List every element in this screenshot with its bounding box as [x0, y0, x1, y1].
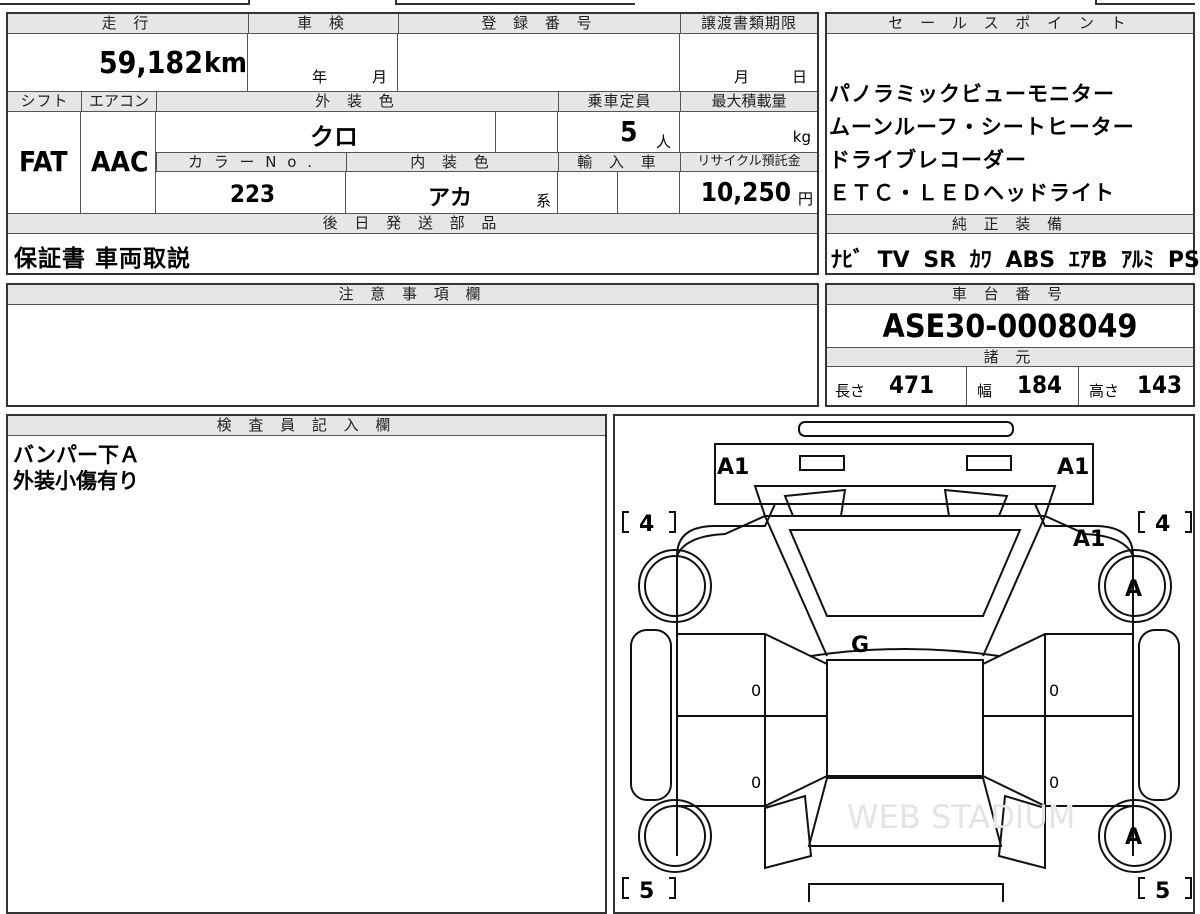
length-value: 471	[889, 371, 935, 399]
inspection-year: 年	[312, 68, 328, 86]
height-cell: 高さ 143	[1079, 367, 1193, 405]
height-value: 143	[1137, 371, 1183, 399]
code-door-fr: 0	[1049, 681, 1059, 700]
notes-label: 注 意 事 項 欄	[8, 285, 817, 305]
code-front-right: A1	[1057, 455, 1089, 480]
specs-label: 諸 元	[827, 347, 1193, 367]
capacity-label: 乗車定員	[558, 92, 680, 112]
equipment-label: 純 正 装 備	[827, 214, 1193, 234]
top-strip-right	[1095, 0, 1195, 5]
mileage-label: 走 行	[8, 14, 248, 34]
exterior-value: クロ	[310, 123, 358, 151]
code-door-rr: 0	[1049, 773, 1059, 792]
code-wheel-fr: A	[1125, 577, 1142, 602]
mileage-cell: 59,182 km	[8, 34, 248, 91]
interior-value: アカ	[428, 186, 473, 211]
interior-label: 内 装 色	[346, 152, 558, 172]
registration-cell	[398, 34, 680, 91]
exterior-extra-cell	[496, 112, 558, 152]
maxload-label: 最大積載量	[680, 92, 817, 112]
code-front-left: A1	[717, 455, 749, 480]
width-cell: 幅 184	[967, 367, 1079, 405]
vehicle-info-box: 走 行 車 検 登 録 番 号 譲渡書類期限 59,182 km 年 月 月 日…	[6, 12, 819, 275]
notes-box: 注 意 事 項 欄	[6, 283, 819, 407]
later-parts-value: 保証書 車両取説	[14, 246, 192, 272]
colorno-value: 223	[230, 180, 276, 208]
top-strip-left	[0, 0, 250, 5]
code-windshield: G	[851, 633, 869, 658]
sales-point-item: ドライブレコーダー	[829, 148, 1027, 172]
capacity-cell: 5 人	[558, 112, 680, 152]
sales-point-list: パノラミックビューモニター ムーンルーフ・シートヒーター ドライブレコーダー Ｅ…	[829, 78, 1191, 210]
registration-label: 登 録 番 号	[398, 14, 680, 34]
damage-diagram-box: WEB STADIUM A1 A1 A1 4 4 5 5 A A G 0 0 0…	[613, 414, 1195, 914]
length-label: 長さ	[835, 382, 866, 400]
transfer-label: 譲渡書類期限	[680, 14, 817, 34]
inspector-note-line: 外装小傷有り	[13, 469, 139, 493]
recycle-label: リサイクル預託金	[680, 152, 817, 172]
chassis-number: ASE30-0008049	[882, 307, 1138, 345]
maxload-cell: kg	[680, 112, 817, 152]
transfer-cell: 月 日	[680, 34, 817, 91]
exterior-label: 外 装 色	[156, 92, 558, 112]
height-label: 高さ	[1089, 382, 1120, 400]
transfer-day: 日	[792, 68, 808, 86]
import-cell-b	[618, 172, 680, 213]
chassis-box: 車 台 番 号 ASE30-0008049 諸 元 長さ 471 幅 184 高…	[825, 283, 1195, 407]
maxload-unit: kg	[792, 128, 811, 146]
ac-value: AAC	[91, 145, 149, 178]
code-fender-right: A1	[1073, 527, 1105, 552]
recycle-unit: 円	[797, 190, 813, 208]
exterior-cell: クロ	[156, 112, 496, 152]
shift-cell: FAT	[8, 112, 81, 213]
top-strip-mid	[395, 0, 635, 5]
inspector-box: 検 査 員 記 入 欄 バンパー下Ａ 外装小傷有り	[6, 414, 607, 914]
chassis-label: 車 台 番 号	[827, 285, 1193, 305]
later-parts-label: 後 日 発 送 部 品	[8, 214, 817, 234]
sales-point-label: セ ー ル ス ポ イ ン ト	[827, 14, 1193, 34]
mileage-value: 59,182	[98, 46, 203, 81]
capacity-value: 5	[620, 115, 638, 148]
transfer-month: 月	[734, 68, 750, 86]
length-cell: 長さ 471	[827, 367, 967, 405]
code-tire-fl: 4	[639, 512, 654, 537]
width-label: 幅	[977, 382, 993, 400]
code-door-rl: 0	[751, 773, 761, 792]
code-wheel-rr: A	[1125, 825, 1142, 850]
shift-value: FAT	[19, 145, 68, 178]
width-value: 184	[1017, 371, 1063, 399]
equipment-value: ﾅﾋﾞ TV SR ｶﾜ ABS ｴｱB ｱﾙﾐ PS PW	[831, 248, 1200, 273]
ac-cell: AAC	[81, 112, 156, 213]
inspection-cell: 年 月	[248, 34, 398, 91]
mileage-unit: km	[204, 46, 247, 79]
import-cell-a	[558, 172, 618, 213]
inspector-note-line: バンパー下Ａ	[13, 443, 141, 467]
watermark-text: WEB STADIUM	[847, 798, 1075, 836]
colorno-label: カ ラ ー N o .	[156, 152, 346, 172]
import-label: 輸 入 車	[558, 152, 680, 172]
code-tire-rl: 5	[639, 879, 654, 902]
recycle-cell: 10,250 円	[680, 172, 817, 213]
code-tire-rr: 5	[1155, 879, 1170, 902]
shift-label: シフト	[8, 92, 81, 112]
colorno-cell: 223	[156, 172, 346, 213]
sales-point-item: ムーンルーフ・シートヒーター	[829, 115, 1135, 139]
sales-point-item: ＥＴＣ・ＬＥＤヘッドライト	[829, 181, 1115, 205]
inspector-notes: バンパー下Ａ 外装小傷有り	[13, 442, 140, 494]
code-door-fl: 0	[751, 681, 761, 700]
inspector-label: 検 査 員 記 入 欄	[8, 416, 605, 436]
car-diagram: WEB STADIUM A1 A1 A1 4 4 5 5 A A G 0 0 0…	[622, 421, 1192, 902]
code-tire-fr: 4	[1155, 512, 1170, 537]
inspection-label: 車 検	[248, 14, 398, 34]
ac-label: エアコン	[81, 92, 156, 112]
interior-cell: アカ 系	[346, 172, 558, 213]
sales-point-box: セ ー ル ス ポ イ ン ト パノラミックビューモニター ムーンルーフ・シート…	[825, 12, 1200, 275]
interior-unit: 系	[536, 192, 552, 210]
capacity-unit: 人	[656, 133, 672, 151]
recycle-value: 10,250	[700, 178, 791, 208]
inspection-month: 月	[372, 68, 388, 86]
sales-point-item: パノラミックビューモニター	[829, 82, 1115, 106]
